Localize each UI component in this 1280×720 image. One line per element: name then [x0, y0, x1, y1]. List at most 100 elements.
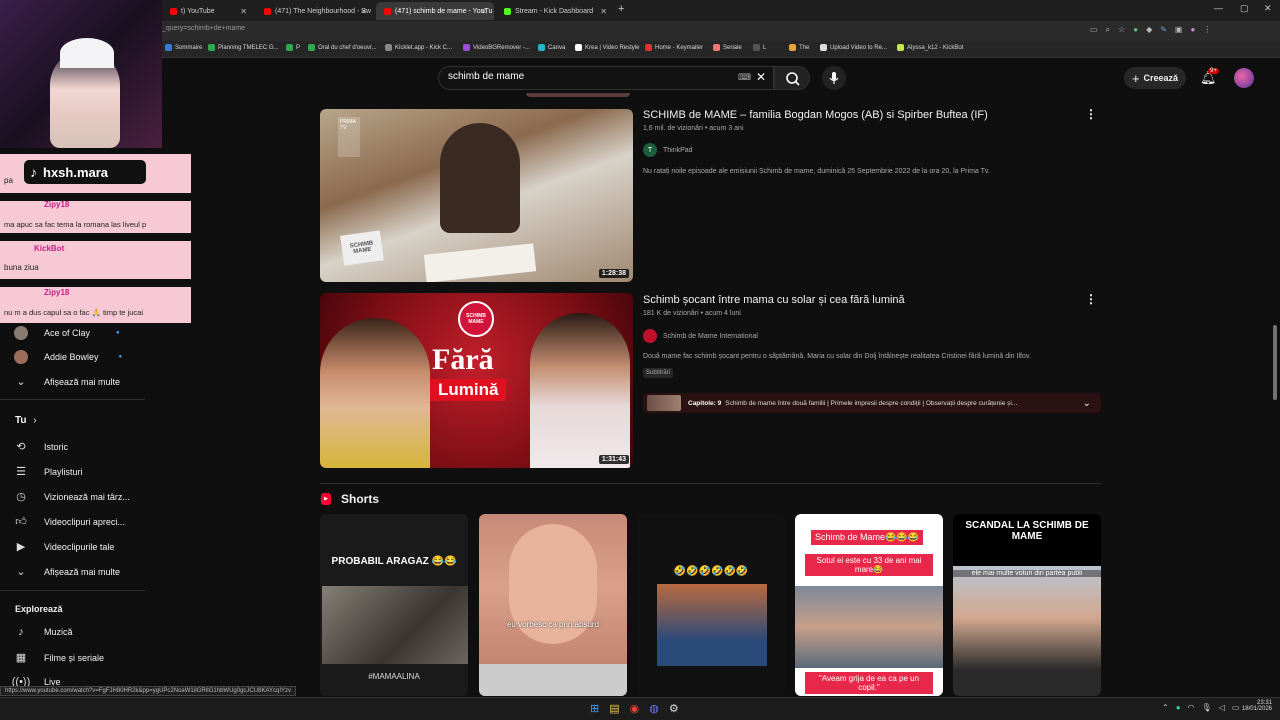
tab-close-icon[interactable]: ✕	[240, 7, 247, 16]
sidebar-show-more-subscriptions[interactable]: ⌄ Afișează mai multe	[14, 375, 120, 388]
volume-icon[interactable]: ◁	[1219, 703, 1225, 712]
chat-username: Zipy18	[44, 200, 70, 209]
thumbnail-paper	[423, 243, 537, 282]
kick-favicon-icon	[504, 7, 511, 15]
webcam-overlay	[0, 0, 162, 148]
chevron-up-icon[interactable]: ⌃	[1162, 703, 1169, 712]
bookmark-item[interactable]: Alyssa_k12 - KickBot	[897, 44, 963, 51]
short-card[interactable]: 🤣🤣🤣🤣🤣🤣	[637, 514, 785, 696]
window-maximize-button[interactable]: ▢	[1240, 3, 1249, 14]
chevron-down-icon: ⌄	[16, 566, 26, 578]
keyboard-icon[interactable]: ⌨	[738, 72, 751, 83]
tab-close-icon[interactable]: ✕	[480, 7, 487, 16]
tab-label: Stream - Kick Dashboard	[515, 7, 594, 15]
new-tab-button[interactable]: +	[618, 3, 624, 15]
video-thumbnail[interactable]: SCHIMB MAME Fără Lumină 1:31:43	[320, 293, 633, 468]
clear-search-icon[interactable]: ✕	[756, 70, 766, 84]
bookmark-item[interactable]: Upload Video to Re...	[820, 44, 887, 51]
chrome-icon[interactable]: ◉	[630, 702, 640, 715]
sidebar-item-addie-bowley[interactable]: Addie Bowley ●	[14, 350, 122, 364]
window-minimize-button[interactable]: —	[1214, 3, 1223, 13]
sidebar-item-music[interactable]: ♪ Muzică	[14, 626, 72, 638]
extension-icon[interactable]: ✎	[1160, 25, 1167, 35]
bookmark-item[interactable]: P	[286, 44, 300, 51]
extension-icon[interactable]: ◆	[1146, 25, 1152, 35]
extensions-puzzle-icon[interactable]: ▣	[1175, 25, 1183, 35]
video-description: Nu ratați noile episoade ale emisiunii S…	[643, 168, 990, 175]
video-thumbnail[interactable]: PRIMA TV SCHIMB MAME 1:28:38	[320, 109, 633, 282]
browser-tab-youtube[interactable]: t) YouTube ✕	[162, 2, 254, 20]
sidebar-divider	[0, 399, 145, 400]
bookmark-item[interactable]: Canva	[538, 44, 565, 51]
tab-close-icon[interactable]: ✕	[360, 7, 367, 16]
zoom-icon[interactable]: ⌕	[1106, 25, 1110, 35]
star-icon[interactable]: ☆	[1118, 25, 1125, 35]
discord-icon[interactable]: ◍	[649, 702, 659, 715]
sidebar-item-watch-later[interactable]: ◷ Vizionează mai târz...	[14, 490, 130, 503]
profile-icon[interactable]: ●	[1190, 25, 1195, 35]
wifi-icon[interactable]: ◠	[1188, 703, 1195, 712]
sidebar-heading-you[interactable]: Tu ›	[15, 415, 37, 426]
chat-message: ma apuc sa fac tema la romana las liveul…	[0, 201, 191, 233]
short-card[interactable]: eu vorbesc ca prin absurd	[479, 514, 627, 696]
microphone-icon[interactable]: 🎙︎	[1202, 703, 1212, 712]
window-close-button[interactable]: ✕	[1264, 3, 1272, 14]
thumbnail-logo: SCHIMB MAME	[340, 230, 384, 266]
avatar[interactable]	[1234, 68, 1254, 88]
create-button[interactable]: + Creează	[1124, 67, 1186, 89]
more-actions-icon[interactable]: ⋮	[1085, 107, 1097, 121]
sidebar-item-ace-of-clay[interactable]: Ace of Clay ●	[14, 326, 120, 340]
file-explorer-icon[interactable]: ▤	[609, 702, 619, 715]
tray-app-icon[interactable]: ●	[1176, 703, 1181, 712]
short-caption: ele mai multe voturi din partea publi	[953, 570, 1101, 577]
bookmark-item[interactable]: Oral du chef d'oeuvr...	[308, 44, 377, 51]
bookmark-item[interactable]: Planning TMELEC G...	[208, 44, 279, 51]
chat-username: Zipy18	[44, 288, 70, 297]
browser-tab-schimb-de-mame[interactable]: (471) schimb de mame - YouTu ✕	[376, 2, 494, 20]
taskbar-clock[interactable]: 23:31 18/01/2026	[1238, 700, 1272, 712]
sidebar-show-more-you[interactable]: ⌄ Afișează mai multe	[14, 565, 120, 578]
music-icon: ♪	[18, 626, 24, 638]
windows-start-icon[interactable]: ⊞	[590, 702, 599, 715]
bookmark-item[interactable]: Krea | Video Restyle	[575, 44, 639, 51]
short-frame	[657, 584, 767, 666]
short-card[interactable]: PROBABIL ARAGAZ 😂😂 #MAMAALINA	[320, 514, 468, 696]
extension-icon[interactable]: ●	[1133, 25, 1138, 35]
voice-search-button[interactable]	[822, 66, 846, 90]
url-field[interactable]: _query=schimb+de+mame	[162, 25, 245, 32]
bookmark-item[interactable]: VideoBGRemover -...	[463, 44, 530, 51]
page-scrollbar[interactable]	[1273, 325, 1277, 400]
new-content-dot-icon: ●	[118, 354, 123, 360]
sidebar-item-your-videos[interactable]: ▶ Videoclipurile tale	[14, 540, 115, 553]
browser-tab-kick-dashboard[interactable]: Stream - Kick Dashboard ✕	[496, 2, 614, 20]
cast-icon[interactable]: ▭	[1090, 25, 1098, 35]
menu-icon[interactable]: ⋮	[1203, 25, 1211, 35]
more-actions-icon[interactable]: ⋮	[1085, 292, 1097, 306]
bookmark-item[interactable]: Home - Keymailer	[645, 44, 703, 51]
tab-label: (471) The Neighbourhood - Sw	[275, 7, 371, 15]
short-card[interactable]: Schimb de Mame😂😂😂 Sotul ei este cu 33 de…	[795, 514, 943, 696]
bookmark-item[interactable]: The	[789, 44, 809, 51]
search-button[interactable]	[774, 66, 810, 90]
video-title[interactable]: SCHIMB de MAME – familia Bogdan Mogos (A…	[643, 109, 988, 121]
short-caption: #MAMAALINA	[368, 672, 420, 681]
bookmark-item[interactable]: Sommaire	[165, 44, 202, 51]
video-title[interactable]: Schimb șocant între mama cu solar și cea…	[643, 294, 905, 306]
sidebar-item-liked-videos[interactable]: 👍︎ Videoclipuri apreci...	[14, 515, 125, 528]
short-card[interactable]: SCANDAL LA SCHIMB DE MAME ele mai multe …	[953, 514, 1101, 696]
chapters-text: Schimb de mame între două familii | Prim…	[725, 399, 1018, 407]
tab-close-icon[interactable]: ✕	[600, 7, 607, 16]
bookmark-item[interactable]: Seriale	[713, 44, 742, 51]
chevron-down-icon[interactable]: ⌄	[1083, 398, 1091, 409]
sidebar-item-history[interactable]: ⟲ Istoric	[14, 440, 68, 453]
app-icon[interactable]: ⚙	[669, 702, 679, 715]
watch-later-icon: ◷	[16, 491, 26, 503]
chapters-bar[interactable]: Capitole: 9 Schimb de mame între două fa…	[643, 393, 1101, 413]
sidebar-item-movies[interactable]: ▦ Filme și seriale	[14, 651, 104, 664]
bookmark-item[interactable]: Kicklet.app - Kick C...	[385, 44, 452, 51]
channel-link[interactable]: Schimb de Mame International	[643, 329, 758, 343]
channel-link[interactable]: T ThinkPad	[643, 143, 693, 157]
bookmark-item[interactable]: L	[753, 44, 766, 51]
browser-tab-neighbourhood[interactable]: (471) The Neighbourhood - Sw ✕	[256, 2, 374, 20]
sidebar-item-playlists[interactable]: ☰ Playlisturi	[14, 465, 82, 478]
